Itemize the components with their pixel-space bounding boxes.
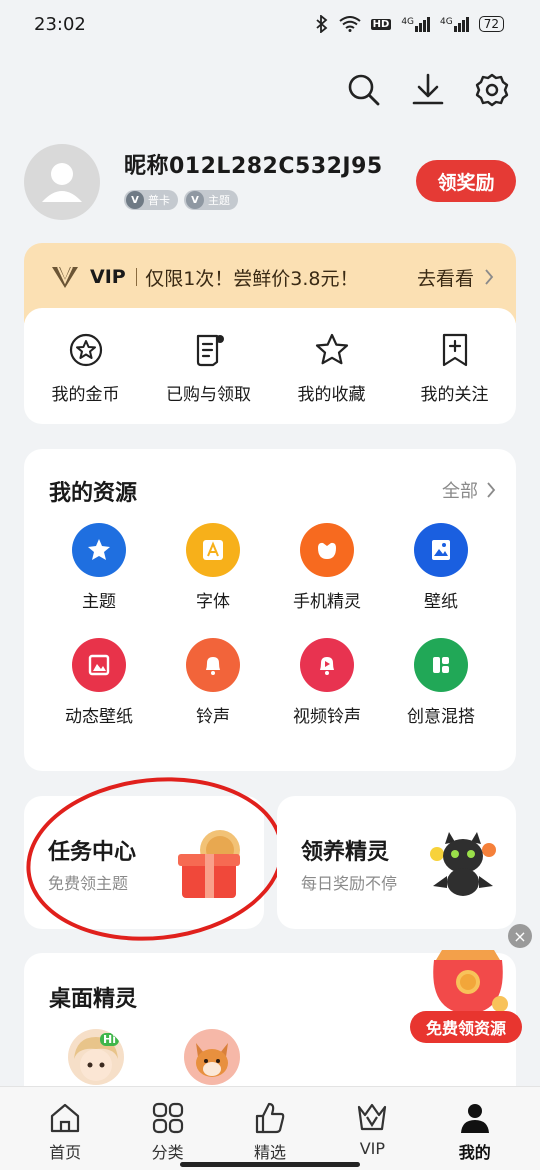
gear-icon	[475, 73, 509, 107]
home-indicator	[180, 1162, 360, 1167]
sprite-avatar-girl[interactable]: Hi	[68, 1029, 124, 1085]
signal-icon-1: 4G	[401, 16, 431, 32]
chevron-right-icon	[485, 269, 494, 285]
claim-reward-button[interactable]: 领奖励	[416, 160, 516, 202]
star-icon	[315, 333, 348, 365]
adopt-sprite-title: 领养精灵	[301, 840, 390, 865]
vip-go-link[interactable]: 去看看	[417, 264, 494, 291]
bookmark-plus-icon	[442, 333, 467, 367]
grid-icon	[152, 1102, 183, 1134]
live-wallpaper-icon	[72, 638, 126, 692]
resource-font[interactable]: 字体	[156, 523, 270, 612]
person-icon	[460, 1104, 489, 1133]
hi-badge: Hi	[100, 1033, 119, 1046]
desktop-sprite-title: 桌面精灵	[49, 987, 138, 1012]
adopt-sprite-card[interactable]: 领养精灵 每日奖励不停	[277, 796, 516, 929]
wallpaper-icon	[414, 523, 468, 577]
adopt-sprite-subtitle: 每日奖励不停	[301, 874, 398, 893]
resource-mix[interactable]: 创意混搭	[384, 638, 498, 727]
sprite-icon	[300, 523, 354, 577]
nav-vip[interactable]: VIP	[332, 1101, 412, 1170]
sprite-avatar-dog[interactable]	[184, 1029, 240, 1085]
resources-title: 我的资源	[49, 481, 138, 506]
vip-divider	[135, 268, 138, 286]
vip-offer-text: 仅限1次！尝鲜价3.8元！	[145, 267, 359, 290]
nav-home[interactable]: 首页	[25, 1101, 105, 1170]
my-resources-card: 我的资源 全部 主题 字体 手机精灵 壁纸 动态壁纸 铃声 视频铃声 创意混搭	[24, 449, 516, 771]
vip-crown-icon	[358, 1103, 387, 1131]
dragon-mascot-icon	[430, 832, 496, 896]
shiba-dog-icon	[196, 1043, 228, 1077]
vip-tag: VIP	[90, 266, 126, 288]
vip-logo-icon	[52, 266, 78, 288]
quick-item-coins[interactable]: 我的金币	[31, 332, 141, 405]
status-bar: 23:02 HD 4G 4G 72	[0, 0, 540, 48]
resource-video-ringtone[interactable]: 视频铃声	[270, 638, 384, 727]
card-level-badge[interactable]: V 普卡	[124, 190, 178, 210]
quick-actions-card: 我的金币 已购与领取 我的收藏 我的关注	[24, 308, 516, 424]
default-avatar-icon	[42, 163, 82, 202]
bluetooth-icon	[316, 15, 328, 33]
nav-featured[interactable]: 精选	[230, 1101, 310, 1170]
chevron-right-icon	[487, 482, 496, 498]
search-icon	[348, 74, 380, 106]
coin-star-icon	[69, 333, 102, 367]
bottom-nav: 首页 分类 精选 VIP 我的	[0, 1086, 540, 1170]
font-icon	[186, 523, 240, 577]
avatar[interactable]	[24, 144, 100, 220]
resource-sprite[interactable]: 手机精灵	[270, 523, 384, 612]
quick-item-purchased[interactable]: 已购与领取	[154, 332, 264, 405]
download-icon	[412, 73, 444, 105]
nav-mine[interactable]: 我的	[435, 1101, 515, 1170]
video-ringtone-icon	[300, 638, 354, 692]
resource-live-wallpaper[interactable]: 动态壁纸	[42, 638, 156, 727]
thumb-icon	[255, 1102, 285, 1134]
free-resources-float-button[interactable]: 免费领资源	[410, 1011, 522, 1043]
theme-badge[interactable]: V 主题	[184, 190, 238, 210]
settings-button[interactable]	[474, 70, 510, 110]
status-time: 23:02	[34, 13, 86, 35]
hd-icon: HD	[370, 18, 392, 30]
member-badges: V 普卡 V 主题	[124, 190, 238, 210]
resources-grid: 主题 字体 手机精灵 壁纸 动态壁纸 铃声 视频铃声 创意混搭	[42, 523, 498, 727]
home-icon	[51, 1103, 80, 1133]
nav-category[interactable]: 分类	[128, 1101, 208, 1170]
resource-theme[interactable]: 主题	[42, 523, 156, 612]
receipt-icon	[196, 334, 224, 367]
nickname[interactable]: 昵称012L282C532J95	[124, 148, 383, 180]
profile-section: 昵称012L282C532J95 V 普卡 V 主题 领奖励	[24, 142, 516, 222]
theme-icon	[72, 523, 126, 577]
theme-badge-icon: V	[186, 191, 204, 209]
quick-item-favorites[interactable]: 我的收藏	[277, 332, 387, 405]
resource-ringtone[interactable]: 铃声	[156, 638, 270, 727]
signal-icon-2: 4G	[440, 16, 469, 32]
resources-all-link[interactable]: 全部	[442, 477, 496, 503]
resource-wallpaper[interactable]: 壁纸	[384, 523, 498, 612]
status-icons: HD 4G 4G 72	[315, 15, 504, 33]
card-level-icon: V	[126, 191, 144, 209]
search-button[interactable]	[346, 70, 382, 110]
red-pouch-gift-icon[interactable]	[420, 942, 516, 1022]
mix-icon	[414, 638, 468, 692]
quick-item-following[interactable]: 我的关注	[400, 332, 510, 405]
battery-icon: 72	[478, 16, 504, 32]
wifi-icon	[339, 16, 361, 32]
top-actions	[346, 70, 510, 110]
bell-icon	[186, 638, 240, 692]
download-button[interactable]	[410, 70, 446, 110]
